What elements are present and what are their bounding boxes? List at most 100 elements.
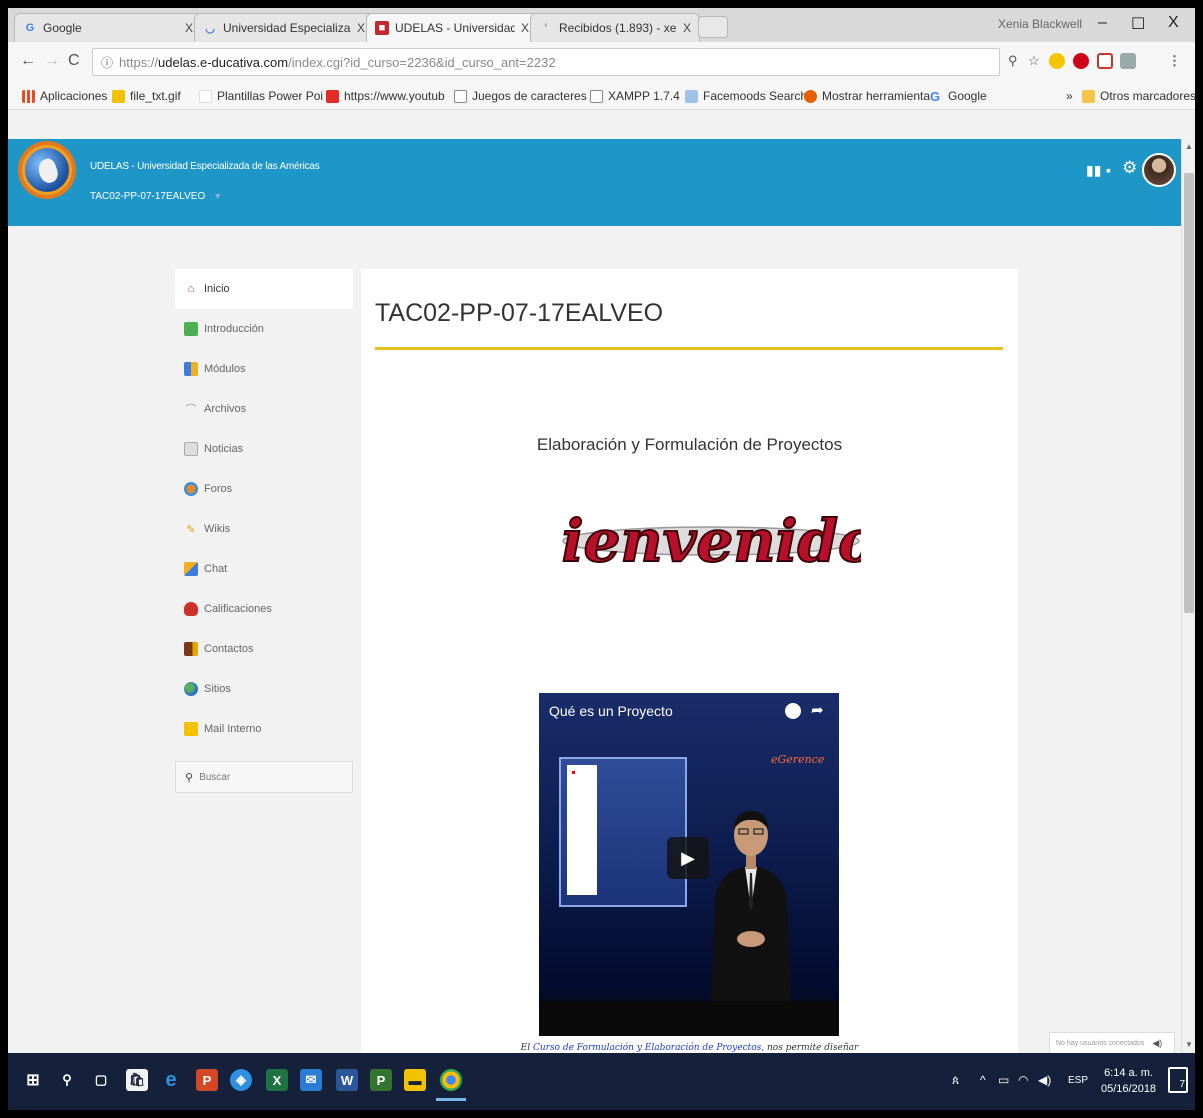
bookmark-plantillas[interactable]: Plantillas Power Poi xyxy=(199,89,323,103)
scrollbar-thumb[interactable] xyxy=(1184,173,1194,613)
other-bookmarks[interactable]: Otros marcadores xyxy=(1082,89,1195,103)
sidebar-item-mail-interno[interactable]: Mail Interno xyxy=(175,709,353,749)
bookmark-label: Otros marcadores xyxy=(1100,89,1195,103)
adblock-extension-icon[interactable] xyxy=(1073,53,1089,69)
sidebar-item-label: Sitios xyxy=(204,683,231,695)
tab-recibidos[interactable]: ʻ Recibidos (1.893) - xeny X xyxy=(530,13,700,42)
chevron-down-icon: ▼ xyxy=(213,191,223,201)
minimize-button[interactable]: – xyxy=(1098,14,1107,32)
forward-arrow-icon[interactable]: → xyxy=(44,52,60,70)
menu-icon[interactable]: ⋮ xyxy=(1168,53,1181,69)
gear-icon[interactable]: ⚙ xyxy=(1122,158,1137,178)
online-users-text: No hay usuarios conectados xyxy=(1056,1039,1145,1047)
flag-extension-icon[interactable] xyxy=(1120,53,1136,69)
taskbar-clock[interactable]: 6:14 a. m. 05/16/2018 xyxy=(1101,1065,1156,1097)
battery-icon[interactable]: ▭ xyxy=(998,1073,1009,1087)
course-code: TAC02-PP-07-17EALVEO xyxy=(90,191,206,202)
close-window-button[interactable]: X xyxy=(1168,14,1179,32)
tab-udelas[interactable]: ■ UDELAS - Universidad Es X xyxy=(366,13,538,42)
bookmark-google[interactable]: G Google xyxy=(930,89,987,103)
sidebar-item-label: Calificaciones xyxy=(204,603,272,615)
tab-close-icon[interactable]: X xyxy=(357,21,365,35)
excel-icon[interactable]: X xyxy=(266,1069,288,1091)
pocket-extension-icon[interactable] xyxy=(1097,53,1113,69)
bookmark-juegos[interactable]: Juegos de caracteres xyxy=(454,89,587,103)
sidebar-item-label: Archivos xyxy=(204,403,247,415)
video-player[interactable]: Qué es un Proyecto ➦ eGerence ▶ xyxy=(539,693,839,1036)
chrome-icon[interactable] xyxy=(436,1069,466,1101)
sidebar-item-sitios[interactable]: Sitios xyxy=(175,669,353,709)
sidebar-item-introduccion[interactable]: Introducción xyxy=(175,309,353,349)
bookmark-label: Aplicaciones xyxy=(40,89,108,103)
powerpoint-icon[interactable]: P xyxy=(196,1069,218,1091)
watch-later-icon[interactable] xyxy=(785,703,801,719)
sidebar-item-calificaciones[interactable]: Calificaciones xyxy=(175,589,353,629)
caption-course-name: Curso de Formulación y Elaboración de Pr… xyxy=(532,1043,765,1053)
tab-close-icon[interactable]: X xyxy=(521,21,529,35)
scroll-up-icon[interactable]: ▲ xyxy=(1185,142,1193,151)
avatar[interactable] xyxy=(1142,153,1176,187)
search-icon[interactable]: ⚲ xyxy=(56,1069,78,1091)
file-explorer-icon[interactable]: ▬ xyxy=(404,1069,426,1091)
site-title[interactable]: UDELAS - Universidad Especializada de la… xyxy=(90,161,320,172)
scroll-down-icon[interactable]: ▼ xyxy=(1185,1040,1193,1049)
people-icon[interactable]: ጰ xyxy=(952,1073,959,1088)
mail-icon: ʻ xyxy=(544,22,548,34)
back-arrow-icon[interactable]: ← xyxy=(20,52,36,70)
sidebar-item-label: Inicio xyxy=(204,283,230,295)
emoji-extension-icon[interactable] xyxy=(1049,53,1065,69)
tab-close-icon[interactable]: X xyxy=(185,21,193,35)
project-icon[interactable]: P xyxy=(370,1069,392,1091)
bookmark-mostrar[interactable]: Mostrar herramienta xyxy=(804,89,930,103)
bookmark-facemoods[interactable]: Facemoods Search xyxy=(685,89,807,103)
language-indicator[interactable]: ESP xyxy=(1068,1075,1088,1086)
store-icon[interactable]: 🛍 xyxy=(126,1069,148,1091)
page-scrollbar[interactable]: ▲ ▼ xyxy=(1181,139,1195,1053)
chevron-up-icon[interactable]: ^ xyxy=(980,1073,986,1087)
star-icon[interactable]: ☆ xyxy=(1028,53,1040,69)
sidebar-item-chat[interactable]: Chat xyxy=(175,549,353,589)
books-icon[interactable]: ▮▮ xyxy=(1086,162,1101,179)
play-icon[interactable]: ▶ xyxy=(667,837,709,879)
new-tab-button[interactable] xyxy=(698,16,728,38)
wifi-icon[interactable]: ◠ xyxy=(1018,1073,1028,1087)
online-users-widget[interactable]: No hay usuarios conectados ◀) xyxy=(1049,1032,1175,1054)
briefcase-icon[interactable]: ▪ xyxy=(1106,162,1111,178)
sidebar-item-contactos[interactable]: Contactos xyxy=(175,629,353,669)
globe-logo[interactable] xyxy=(22,145,72,195)
main-content: TAC02-PP-07-17EALVEO Elaboración y Formu… xyxy=(361,269,1018,1069)
tab-close-icon[interactable]: X xyxy=(683,21,691,35)
sidebar-item-archivos[interactable]: ⌒ Archivos xyxy=(175,389,353,429)
sidebar-item-noticias[interactable]: Noticias xyxy=(175,429,353,469)
tab-google[interactable]: G Google X xyxy=(14,13,202,42)
edge-icon[interactable]: e xyxy=(160,1069,182,1091)
windows-start-icon[interactable]: ⊞ xyxy=(22,1069,44,1091)
sidebar-item-wikis[interactable]: ✎ Wikis xyxy=(175,509,353,549)
sound-icon[interactable]: ◀) xyxy=(1152,1038,1162,1049)
share-icon[interactable]: ➦ xyxy=(811,701,824,719)
word-icon[interactable]: W xyxy=(336,1069,358,1091)
zoom-icon[interactable]: ⚲ xyxy=(1008,53,1018,69)
address-bar[interactable]: ⓘ https://udelas.e-ducativa.com/index.cg… xyxy=(92,48,1000,76)
task-view-icon[interactable]: ▢ xyxy=(90,1069,112,1091)
notifications-icon[interactable]: 7 xyxy=(1168,1067,1188,1093)
bookmarks-overflow-button[interactable]: » xyxy=(1066,89,1073,103)
bookmark-youtube[interactable]: https://www.youtub xyxy=(326,89,445,103)
volume-icon[interactable]: ◀) xyxy=(1038,1073,1051,1087)
maximize-button[interactable]: ☐ xyxy=(1131,14,1145,34)
video-title[interactable]: Qué es un Proyecto xyxy=(549,703,673,719)
info-icon[interactable]: ⓘ xyxy=(101,54,113,71)
sidebar-item-inicio[interactable]: ⌂ Inicio xyxy=(175,269,353,309)
globe-land xyxy=(35,156,61,186)
reload-icon[interactable]: C xyxy=(68,52,80,70)
bookmark-file-txt[interactable]: file_txt.gif xyxy=(112,89,181,103)
tab-universidad[interactable]: ◡ Universidad Especializada X xyxy=(194,13,374,42)
safari-icon[interactable]: ◈ xyxy=(230,1069,252,1091)
bookmark-aplicaciones[interactable]: Aplicaciones xyxy=(22,89,107,103)
mail-app-icon[interactable]: ✉ xyxy=(300,1069,322,1091)
sidebar-item-modulos[interactable]: Módulos xyxy=(175,349,353,389)
course-selector[interactable]: TAC02-PP-07-17EALVEO ▼ xyxy=(90,191,222,202)
sidebar-item-foros[interactable]: Foros xyxy=(175,469,353,509)
search-input[interactable]: ⚲ Buscar xyxy=(175,761,353,793)
bookmark-xampp[interactable]: XAMPP 1.7.4 xyxy=(590,89,680,103)
